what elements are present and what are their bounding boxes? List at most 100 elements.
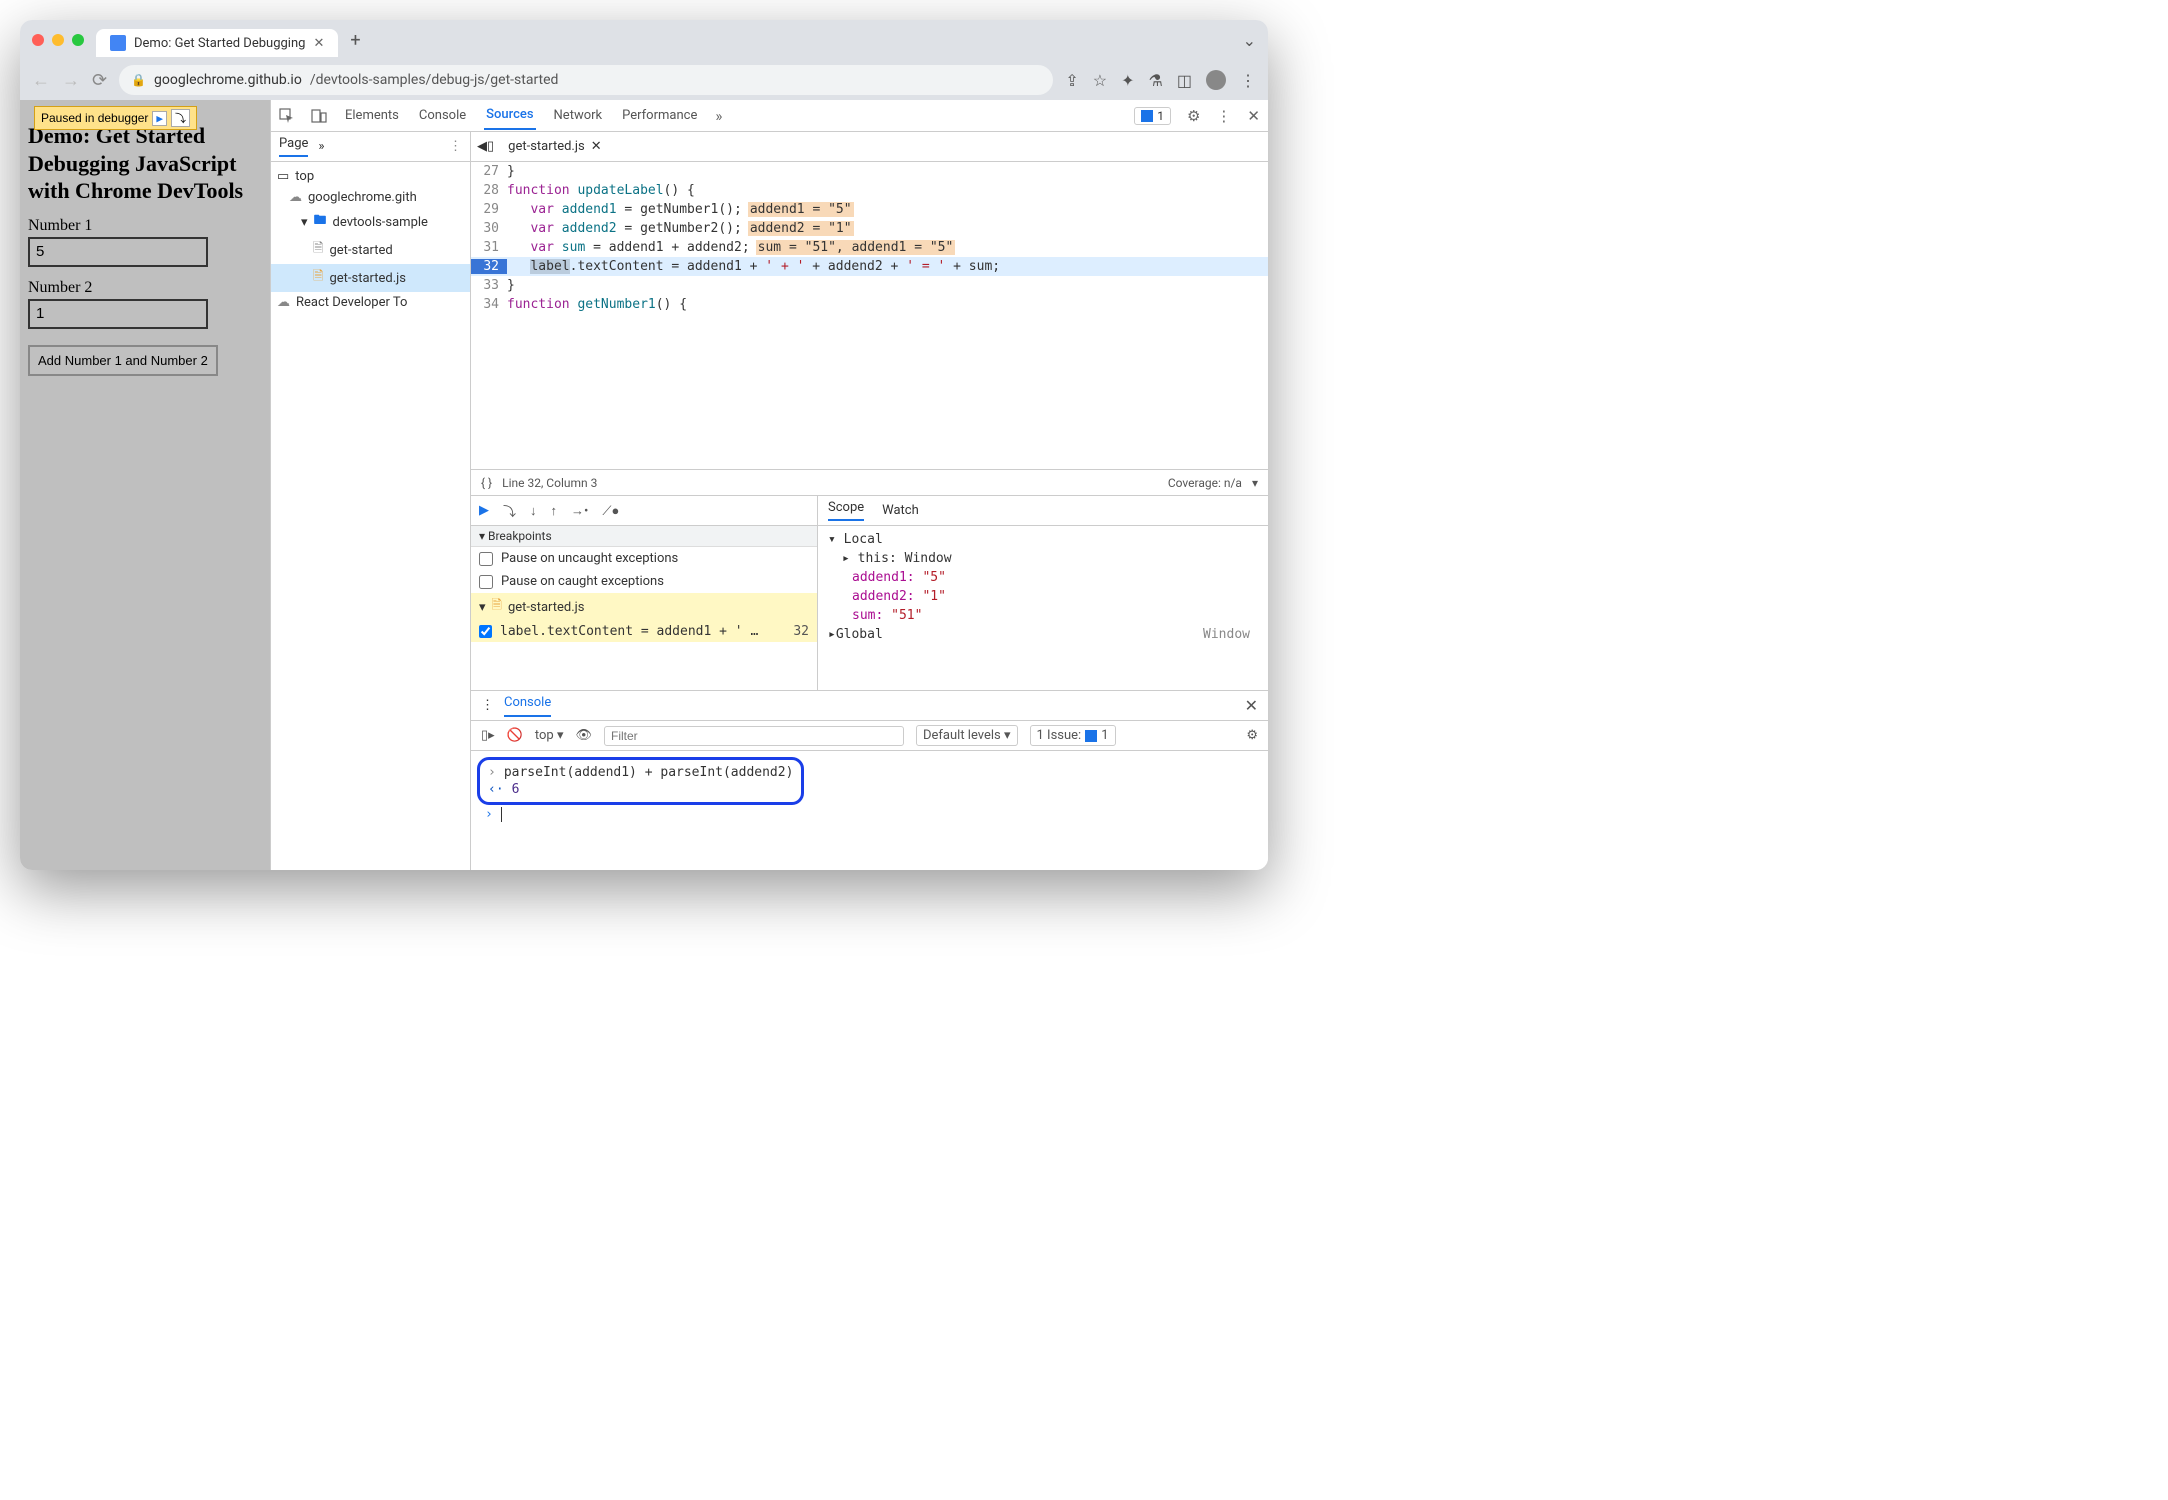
- clear-console-icon[interactable]: 🚫: [507, 728, 523, 743]
- chevron-down-icon: ▾: [301, 215, 308, 230]
- file-tree: ▭top ☁googlechrome.gith ▾🖿devtools-sampl…: [271, 162, 470, 317]
- devtools-panel: Elements Console Sources Network Perform…: [270, 100, 1268, 870]
- console-settings-icon[interactable]: ⚙: [1246, 728, 1258, 743]
- coverage-menu-icon[interactable]: ▾: [1252, 476, 1258, 490]
- resume-icon[interactable]: ▶: [152, 111, 167, 126]
- editor-tabs: ◀▯ get-started.js ✕: [471, 132, 1268, 162]
- new-tab-button[interactable]: +: [350, 30, 360, 51]
- cursor-position: Line 32, Column 3: [502, 476, 597, 490]
- log-levels-selector[interactable]: Default levels ▾: [916, 725, 1018, 746]
- close-tab-icon[interactable]: ✕: [313, 36, 324, 51]
- pause-uncaught-checkbox[interactable]: [479, 552, 493, 566]
- url-input[interactable]: 🔒 googlechrome.github.io/devtools-sample…: [119, 65, 1053, 95]
- back-button[interactable]: ←: [32, 70, 50, 91]
- tree-folder[interactable]: ▾🖿devtools-sample: [271, 208, 470, 236]
- minimize-window-button[interactable]: [52, 34, 64, 46]
- prompt-icon: ›: [488, 765, 496, 780]
- tab-sources[interactable]: Sources: [484, 101, 535, 130]
- sources-body: Page » ⋮ ▭top ☁googlechrome.gith ▾🖿devto…: [271, 132, 1268, 870]
- context-selector[interactable]: top ▾: [535, 728, 564, 743]
- scope-global[interactable]: ▸ GlobalWindow: [818, 625, 1268, 644]
- number2-label: Number 2: [28, 279, 262, 297]
- devtools-tabs: Elements Console Sources Network Perform…: [271, 100, 1268, 132]
- watch-tab[interactable]: Watch: [882, 503, 919, 518]
- step-icon[interactable]: →•: [571, 503, 588, 519]
- console-filter-input[interactable]: [604, 726, 904, 746]
- deactivate-breakpoints-icon[interactable]: ⟋●: [602, 503, 619, 519]
- number2-input[interactable]: [28, 299, 208, 329]
- frame-icon: ▭: [277, 169, 289, 184]
- inspect-icon[interactable]: [279, 108, 295, 124]
- tab-performance[interactable]: Performance: [620, 102, 699, 129]
- console-output[interactable]: ›parseInt(addend1) + parseInt(addend2) ‹…: [471, 751, 1268, 870]
- tree-file-html[interactable]: 🗎get-started: [271, 236, 470, 264]
- step-out-icon[interactable]: ↑: [551, 503, 558, 519]
- labs-icon[interactable]: ⚗: [1149, 71, 1163, 90]
- more-tabs-icon[interactable]: »: [715, 107, 722, 125]
- breakpoint-checkbox[interactable]: [479, 625, 492, 638]
- code-editor[interactable]: 27} 28function updateLabel() { 29 var ad…: [471, 162, 1268, 469]
- navigator-menu-icon[interactable]: ⋮: [449, 139, 462, 154]
- close-file-icon[interactable]: ✕: [591, 139, 602, 154]
- browser-tab[interactable]: Demo: Get Started Debugging ✕: [96, 29, 338, 57]
- live-expression-icon[interactable]: 👁: [575, 728, 592, 743]
- forward-button[interactable]: →: [62, 70, 80, 91]
- browser-window: Demo: Get Started Debugging ✕ + ⌄ ← → ⟳ …: [20, 20, 1268, 870]
- resume-button[interactable]: ▶: [479, 503, 489, 518]
- tree-react[interactable]: ☁React Developer To: [271, 292, 470, 313]
- close-window-button[interactable]: [32, 34, 44, 46]
- extensions-icon[interactable]: ✦: [1121, 71, 1134, 90]
- file-icon: 🗎: [313, 239, 323, 261]
- step-over-icon[interactable]: ⤵: [503, 501, 516, 520]
- scope-tab[interactable]: Scope: [828, 500, 864, 521]
- kebab-icon[interactable]: ⋮: [1216, 107, 1231, 125]
- close-devtools-icon[interactable]: ✕: [1247, 107, 1260, 125]
- sidepanel-icon[interactable]: ◫: [1177, 71, 1192, 90]
- file-tab[interactable]: get-started.js ✕: [502, 135, 607, 158]
- pretty-print-icon[interactable]: { }: [481, 476, 492, 490]
- tab-network[interactable]: Network: [552, 102, 605, 129]
- sidebar-toggle-icon[interactable]: ▯▸: [481, 728, 495, 743]
- pause-caught-checkbox[interactable]: [479, 575, 493, 589]
- toggle-nav-icon[interactable]: ◀▯: [477, 139, 494, 154]
- maximize-window-button[interactable]: [72, 34, 84, 46]
- bookmark-icon[interactable]: ☆: [1093, 71, 1107, 90]
- device-icon[interactable]: [311, 108, 327, 124]
- scope-this[interactable]: ▸ this: Window: [818, 549, 1268, 568]
- tab-elements[interactable]: Elements: [343, 102, 401, 129]
- pause-caught-row[interactable]: Pause on caught exceptions: [471, 570, 817, 593]
- tree-top[interactable]: ▭top: [271, 166, 470, 187]
- navigator-more-icon[interactable]: »: [318, 139, 324, 154]
- step-icon[interactable]: ⤵: [171, 109, 190, 127]
- breakpoint-line-row[interactable]: label.textContent = addend1 + ' …32: [471, 621, 817, 642]
- js-file-icon: 🗎: [313, 267, 323, 289]
- share-icon[interactable]: ⇪: [1065, 71, 1078, 90]
- highlighted-result: ›parseInt(addend1) + parseInt(addend2) ‹…: [477, 757, 804, 805]
- pause-uncaught-row[interactable]: Pause on uncaught exceptions: [471, 547, 817, 570]
- breakpoint-file-row[interactable]: ▾ 🗎 get-started.js: [471, 593, 817, 621]
- tab-console[interactable]: Console: [417, 102, 468, 129]
- tabs-menu-icon[interactable]: ⌄: [1243, 31, 1256, 50]
- drawer-console-tab[interactable]: Console: [504, 695, 551, 717]
- breakpoints-header[interactable]: ▾ Breakpoints: [471, 526, 817, 547]
- navigator-page-tab[interactable]: Page: [279, 136, 308, 157]
- tree-file-js[interactable]: 🗎get-started.js: [271, 264, 470, 292]
- console-prompt[interactable]: ›: [477, 805, 1262, 824]
- scope-local[interactable]: ▾ Local: [818, 530, 1268, 549]
- profile-avatar[interactable]: [1206, 70, 1226, 90]
- issues-badge[interactable]: 1: [1134, 107, 1171, 125]
- drawer-menu-icon[interactable]: ⋮: [481, 698, 494, 713]
- debugger-toolbar: ▶ ⤵ ↓ ↑ →• ⟋●: [471, 496, 817, 526]
- menu-icon[interactable]: ⋮: [1240, 71, 1256, 90]
- number1-input[interactable]: [28, 237, 208, 267]
- add-button[interactable]: Add Number 1 and Number 2: [28, 345, 218, 376]
- scope-sum: sum: "51": [818, 606, 1268, 625]
- tree-domain[interactable]: ☁googlechrome.gith: [271, 187, 470, 208]
- step-into-icon[interactable]: ↓: [530, 503, 537, 519]
- settings-icon[interactable]: ⚙: [1187, 107, 1200, 125]
- reload-button[interactable]: ⟳: [92, 70, 107, 91]
- issues-pill[interactable]: 1 Issue: 1: [1030, 725, 1116, 746]
- close-drawer-icon[interactable]: ✕: [1245, 696, 1258, 715]
- scope-addend1: addend1: "5": [818, 568, 1268, 587]
- text-cursor: [501, 807, 502, 822]
